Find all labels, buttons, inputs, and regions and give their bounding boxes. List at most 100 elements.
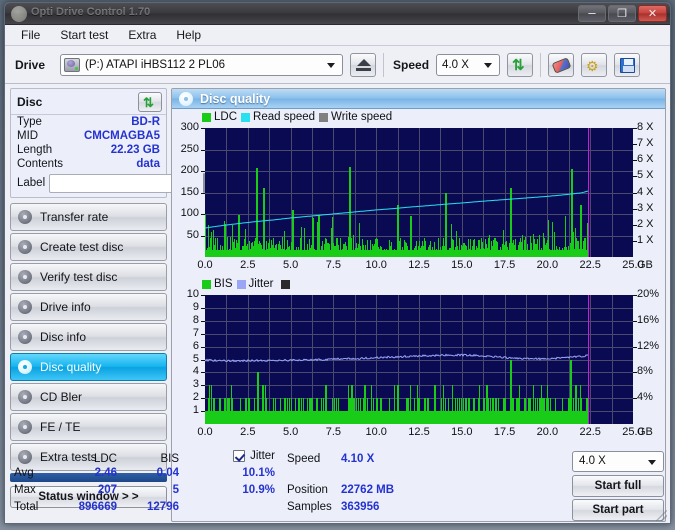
stats-samples-value: 363956: [341, 501, 380, 513]
title-bar: Opti Drive Control 1.70 – ❐ ✕: [5, 3, 670, 25]
sidebar-item-cd-bler[interactable]: CD Bler: [10, 383, 167, 411]
eject-icon-bar: [356, 67, 372, 71]
right-axis-tick-mark: [633, 372, 637, 374]
y-axis-tick: 150: [180, 185, 199, 198]
drive-icon: [64, 57, 81, 72]
sidebar-item-disc-info[interactable]: Disc info: [10, 323, 167, 351]
menu-item-file[interactable]: File: [13, 26, 48, 44]
start-full-button[interactable]: Start full: [572, 475, 664, 497]
resize-grip-icon[interactable]: [656, 510, 667, 521]
sidebar-item-verify-test-disc[interactable]: Verify test disc: [10, 263, 167, 291]
disc-row-value: CMCMAGBA5: [83, 130, 160, 142]
x-axis-unit: GB: [637, 259, 653, 271]
disc-refresh-button[interactable]: ⇅: [138, 92, 162, 112]
x-axis-tick: 0.0: [197, 259, 213, 271]
legend-entry-ldc: LDC: [202, 111, 237, 123]
menu-item-start-test[interactable]: Start test: [52, 26, 116, 44]
toolbar-divider-2: [540, 52, 542, 77]
sidebar-item-create-test-disc[interactable]: Create test disc: [10, 233, 167, 261]
stats-avg-bis: 0.04: [156, 467, 179, 479]
legend-swatch-ldc: [202, 112, 211, 122]
refresh-button[interactable]: ⇅: [507, 52, 534, 77]
close-button[interactable]: ✕: [638, 5, 667, 22]
minimize-icon: –: [588, 5, 596, 20]
app-icon: [11, 6, 27, 22]
y-axis-tick-mark: [201, 385, 205, 387]
stats-speed-value: 4.10 X: [341, 453, 375, 465]
maximize-button[interactable]: ❐: [608, 5, 636, 22]
start-part-button[interactable]: Start part: [572, 499, 664, 521]
save-button[interactable]: [614, 52, 641, 77]
x-axis-tick: 12.5: [408, 426, 430, 438]
eject-button[interactable]: [350, 52, 377, 77]
legend-label-ldc: LDC: [214, 111, 238, 123]
settings-button[interactable]: ⚙: [581, 52, 608, 77]
panel-header: Disc quality: [172, 89, 665, 109]
y-axis-tick-mark: [201, 411, 205, 413]
legend-entry-jitter: Jitter: [236, 278, 273, 290]
right-axis-tick-mark: [633, 295, 637, 296]
line-series-svg: [205, 353, 589, 363]
stats-max-jitter: 10.9%: [242, 484, 275, 496]
erase-button[interactable]: [548, 52, 575, 77]
sidebar-item-fe-te[interactable]: FE / TE: [10, 413, 167, 441]
right-axis-tick-mark: [633, 398, 637, 400]
window-title: Opti Drive Control 1.70: [31, 6, 151, 18]
legend-swatch-jitter: [236, 279, 246, 289]
disc-icon: [18, 300, 32, 314]
sidebar-item-disc-quality[interactable]: Disc quality: [10, 353, 167, 381]
menu-item-help[interactable]: Help: [168, 26, 209, 44]
disc-icon: [18, 270, 32, 284]
disc-row-key: Type: [17, 116, 42, 128]
legend-swatch-bis: [202, 279, 211, 289]
right-axis-tick-mark: [633, 224, 637, 226]
drive-select-value: (P:) ATAPI iHBS112 2 PL06: [85, 58, 226, 71]
sidebar-item-transfer-rate[interactable]: Transfer rate: [10, 203, 167, 231]
right-axis-tick: 7 X: [637, 137, 654, 150]
y-axis-tick-mark: [201, 295, 205, 296]
test-speed-select[interactable]: 4.0 X: [572, 451, 664, 472]
y-axis-tick-mark: [201, 214, 205, 215]
y-axis-tick: 100: [180, 207, 199, 219]
legend-label-read-speed: Read speed: [253, 111, 316, 123]
minimize-button[interactable]: –: [578, 5, 606, 22]
sidebar-item-drive-info[interactable]: Drive info: [10, 293, 167, 321]
jitter-toggle-group[interactable]: Jitter: [179, 450, 275, 462]
stats-total-bis: 12796: [147, 501, 179, 513]
disc-row-contents: Contents data: [11, 157, 166, 171]
disc-label-row: Label: [11, 171, 222, 197]
x-axis-tick: 7.5: [325, 426, 342, 438]
legend-swatch-write-speed: [319, 112, 329, 122]
legend-swatch-extra: [281, 279, 291, 289]
disc-icon: [18, 420, 32, 434]
disc-icon: [18, 240, 32, 254]
eraser-icon: [551, 56, 572, 74]
jitter-checkbox[interactable]: [233, 450, 246, 462]
eject-icon: [357, 58, 372, 66]
right-axis-tick: 12%: [637, 339, 660, 352]
disc-row-value: data: [136, 158, 160, 170]
menu-item-extra[interactable]: Extra: [120, 26, 164, 44]
floppy-save-icon: [620, 57, 636, 73]
jitter-label: Jitter: [250, 450, 275, 462]
right-axis-tick: 1 X: [637, 233, 654, 246]
sidebar-item-label: CD Bler: [40, 390, 83, 404]
line-read-speed: [205, 190, 589, 229]
main-content: Disc quality LDC Read speed Write speed: [14, 84, 670, 523]
x-axis-tick: 22.5: [579, 426, 601, 438]
sidebar-item-label: Disc quality: [40, 360, 102, 374]
toolbar-speed-select[interactable]: 4.0 X: [436, 53, 501, 76]
y-axis-tick: 3: [192, 378, 199, 391]
sidebar-item-label: Drive info: [40, 300, 91, 314]
sidebar-item-label: Transfer rate: [40, 210, 109, 224]
legend-label-write-speed: Write speed: [331, 111, 393, 123]
legend-entry-write-speed: Write speed: [319, 111, 392, 123]
drive-select[interactable]: (P:) ATAPI iHBS112 2 PL06: [60, 53, 344, 76]
sidebar-item-label: Create test disc: [40, 240, 124, 254]
y-axis-tick: 300: [180, 121, 199, 133]
stats-position-key: Position: [287, 484, 328, 496]
chart-bottom-legend: BIS Jitter: [172, 274, 665, 291]
y-axis-tick-mark: [201, 333, 205, 335]
x-axis-tick: 22.5: [579, 259, 601, 271]
y-axis-tick: 6: [192, 339, 199, 352]
